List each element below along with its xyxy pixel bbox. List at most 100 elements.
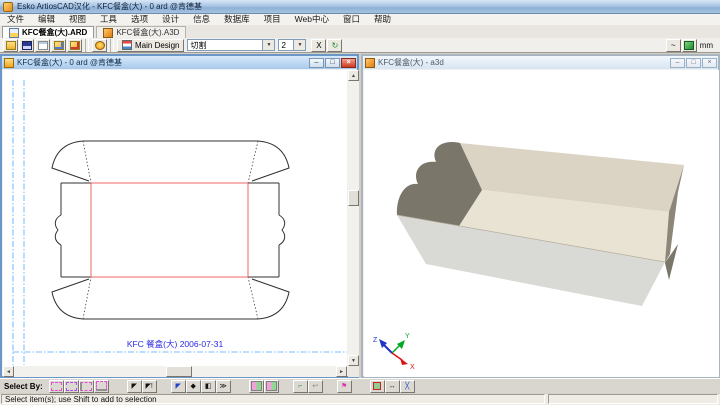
cross-arrows-icon: ╳ [405,382,409,390]
select-cursor-button[interactable]: ◤ [127,380,142,393]
menu-file[interactable]: 文件 [0,14,31,25]
window-controls: – □ × [670,58,717,68]
drawing-canvas-2d[interactable]: KFC 餐盒(大) 2006-07-31 [3,70,347,366]
cut-lines [52,141,289,319]
scroll-right-button[interactable]: ► [336,366,347,377]
select-mode-2-button[interactable]: ◆ [186,380,201,393]
select-mode-1-button[interactable]: ◤ [171,380,186,393]
select-mode-3-button[interactable]: ◧ [201,380,216,393]
menu-design[interactable]: 设计 [155,14,186,25]
menu-view[interactable]: 视图 [62,14,93,25]
render-canvas-3d[interactable]: Z Y X [364,70,719,377]
dimension-x-icon: X [316,41,321,50]
dimension-button[interactable]: X [311,39,326,52]
reference-box-button[interactable] [370,380,385,393]
select-by-label: Select By: [4,382,43,391]
artioscad-application: Esko ArtiosCAD汉化 - KFC餐盒(大) - 0 ard @肯德基… [0,0,720,405]
main-design-label: Main Design [135,41,179,50]
chevron-down-icon[interactable]: ▼ [262,40,274,50]
drawing-annotation: KFC 餐盒(大) 2006-07-31 [127,339,224,349]
menu-help[interactable]: 帮助 [367,14,398,25]
document-icon [4,58,14,68]
scale-combo-value: 2 [279,41,293,50]
select-by-toolbar: Select By: ◤ ◤! ◤ ◆ ◧ ≫ ⌐ ↩ ⚑ ↔ ╳ [0,378,720,393]
import-folder-icon [54,41,64,50]
marquee-partial-button[interactable] [79,380,94,393]
menu-tools[interactable]: 工具 [93,14,124,25]
maximize-button[interactable]: □ [325,58,340,68]
export-button[interactable] [67,39,82,52]
menu-options[interactable]: 选项 [124,14,155,25]
menu-project[interactable]: 项目 [257,14,288,25]
rebuild-button[interactable]: ↻ [327,39,342,52]
marquee-group-button[interactable] [64,380,79,393]
menu-info[interactable]: 信息 [186,14,217,25]
menu-edit[interactable]: 编辑 [31,14,62,25]
tray-3d-render: Z Y X [364,70,719,377]
chevron-down-icon[interactable]: ▼ [293,40,305,50]
tab-ard-2d[interactable]: KFC餐盒(大).ARD [2,26,94,38]
design-3d-icon [103,28,113,38]
status-message-panel: Select item(s); use Shift to add to sele… [1,394,545,404]
design-2d-icon [9,28,19,38]
vertical-scroll-thumb[interactable] [348,190,359,206]
status-bar: Select item(s); use Shift to add to sele… [0,394,720,405]
workspace-button[interactable] [92,39,107,52]
undo-icon: ↩ [312,382,318,390]
window-titlebar[interactable]: Esko ArtiosCAD汉化 - KFC餐盒(大) - 0 ard @肯德基 [0,0,720,14]
layer-combo-value: 切割 [188,40,262,51]
fold-dotted-lines [83,141,258,319]
undo-tool-button[interactable]: ↩ [308,380,323,393]
window-title: Esko ArtiosCAD汉化 - KFC餐盒(大) - 0 ard @肯德基 [17,1,202,12]
new-from-template-button[interactable] [35,39,50,52]
workspace-icon [95,41,105,50]
scroll-down-button[interactable]: ▼ [348,355,359,366]
document-icon [38,41,48,50]
corner-tool-button[interactable]: ⌐ [293,380,308,393]
horizontal-scroll-thumb[interactable] [166,366,192,377]
cross-move-button[interactable]: ╳ [400,380,415,393]
panel-table-1-button[interactable] [249,380,264,393]
cube-icon [365,58,375,68]
menu-webcenter[interactable]: Web中心 [288,14,336,25]
minimize-button[interactable]: – [670,58,685,68]
scroll-up-button[interactable]: ▲ [348,70,359,81]
panel-table-2-button[interactable] [264,380,279,393]
menu-database[interactable]: 数据库 [217,14,257,25]
rebuild-icon: ↻ [332,41,339,50]
scale-combo[interactable]: 2 ▼ [278,39,306,51]
select-mode-4-button[interactable]: ≫ [216,380,231,393]
tab-a3d-3d[interactable]: KFC餐盒(大).A3D [96,26,186,38]
snap-button[interactable] [682,39,697,52]
curve-icon: ~ [671,41,676,50]
layers-icon [122,40,132,50]
snap-icon [684,41,694,50]
open-button[interactable] [3,39,18,52]
open-folder-icon [6,41,16,50]
select-cursor-add-button[interactable]: ◤! [142,380,157,393]
vertical-scrollbar[interactable]: ▲ ▼ [348,70,359,366]
close-button[interactable]: × [341,58,356,68]
scroll-left-button[interactable]: ◄ [3,366,14,377]
save-button[interactable] [19,39,34,52]
horizontal-scrollbar[interactable]: ◄ ► [3,366,347,377]
flag-tool-button[interactable]: ⚑ [337,380,352,393]
page-margin-lines [13,80,347,365]
unit-label: mm [700,41,713,50]
swap-direction-button[interactable]: ↔ [385,380,400,393]
main-design-button[interactable]: Main Design [117,39,184,52]
window-controls: – □ × [309,58,356,68]
minimize-button[interactable]: – [309,58,324,68]
close-button[interactable]: × [702,58,717,68]
maximize-button[interactable]: □ [686,58,701,68]
menu-window[interactable]: 窗口 [336,14,367,25]
marquee-touch-button[interactable] [94,380,109,393]
toolbar-separator [85,39,89,52]
layer-combo[interactable]: 切割 ▼ [187,39,275,51]
adjust-curve-button[interactable]: ~ [666,39,681,52]
cursor-add-icon: ◤! [146,382,153,390]
window-2d-titlebar[interactable]: KFC餐盒(大) - 0 ard @肯德基 – □ × [2,56,357,69]
marquee-inside-button[interactable] [49,380,64,393]
import-button[interactable] [51,39,66,52]
window-3d-titlebar[interactable]: KFC餐盒(大) - a3d – □ × [363,56,718,69]
